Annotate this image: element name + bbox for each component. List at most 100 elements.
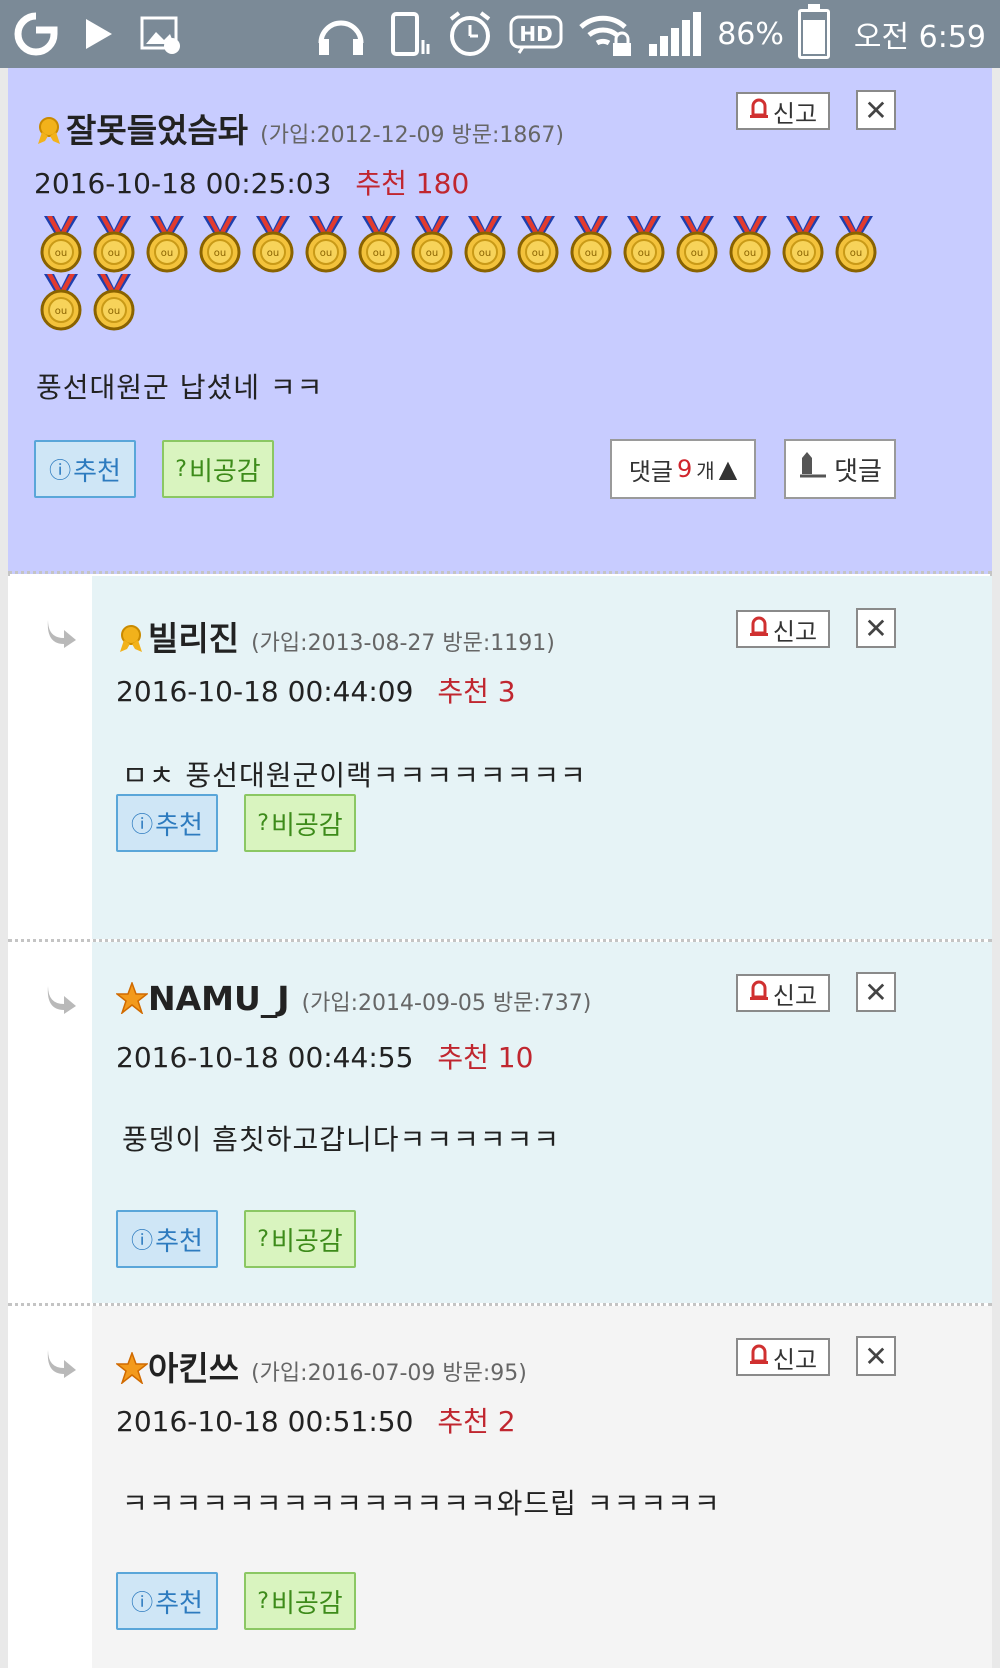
comment-text: ㅋㅋㅋㅋㅋㅋㅋㅋㅋㅋㅋㅋㅋㅋ와드립 ㅋㅋㅋㅋㅋ (122, 1487, 721, 1520)
recommend-label: 추천 (155, 1588, 203, 1619)
signal-icon (647, 10, 703, 58)
comment-date: 2016-10-18 00:51:50 (116, 1405, 414, 1438)
recommend-button[interactable]: ⓘ 추천 (116, 794, 218, 852)
clock: 오전 6:59 (853, 20, 986, 55)
play-icon (84, 17, 114, 51)
author-join-info: (가입:2014-09-05 방문:737) (301, 991, 592, 1016)
author-nickname[interactable]: 잘못들었슴돠 (66, 104, 248, 152)
svg-text:ou: ou (585, 248, 597, 259)
medal-icon: ou (513, 216, 566, 274)
dislike-label: 비공감 (188, 456, 261, 487)
reply-body: NAMU_J (가입:2014-09-05 방문:737) 신고 ✕ 2016-… (92, 942, 992, 1303)
medal-icon: ou (407, 216, 460, 274)
question-icon: ? (257, 1588, 269, 1614)
author-row: 아킨쓰 (가입:2016-07-09 방문:95) (114, 1342, 527, 1390)
author-nickname[interactable]: 빌리진 (148, 612, 239, 660)
svg-text:ou: ou (691, 248, 703, 259)
vibrate-icon (381, 10, 431, 58)
medal-list: ou ou ou ou ou ou ou ou ou ou ou ou ou ou ou ou ou ou (36, 216, 916, 332)
reply-button[interactable]: 댓글 (784, 439, 896, 499)
report-button[interactable]: 신고 (736, 974, 830, 1012)
hd-icon: HD (509, 13, 563, 55)
close-button[interactable]: ✕ (856, 608, 896, 648)
svg-text:ou: ou (638, 248, 650, 259)
dislike-label: 비공감 (270, 810, 343, 841)
svg-text:ou: ou (532, 248, 544, 259)
svg-text:ou: ou (267, 248, 279, 259)
dislike-button[interactable]: ? 비공감 (244, 1572, 356, 1630)
best-comment: 잘못들었슴돠 (가입:2012-12-09 방문:1867) 신고 ✕ 2016… (8, 68, 992, 574)
question-icon: ? (175, 456, 187, 482)
recommend-button[interactable]: ⓘ 추천 (116, 1210, 218, 1268)
battery-icon (797, 4, 830, 59)
svg-text:ou: ou (214, 248, 226, 259)
report-button[interactable]: 신고 (736, 92, 830, 130)
medal-icon: ou (301, 216, 354, 274)
author-join-info: (가입:2012-12-09 방문:1867) (260, 123, 564, 148)
siren-icon (749, 979, 769, 1007)
close-icon: ✕ (864, 93, 888, 127)
reply-body: 아킨쓰 (가입:2016-07-09 방문:95) 신고 ✕ 2016-10-1… (92, 1306, 992, 1668)
close-icon: ✕ (864, 975, 888, 1009)
report-button[interactable]: 신고 (736, 610, 830, 648)
medal-icon: ou (89, 216, 142, 274)
comment-text: 풍뎅이 흠칫하고갑니다ㅋㅋㅋㅋㅋㅋ (122, 1123, 561, 1156)
close-icon: ✕ (864, 611, 888, 645)
medal-icon: ou (248, 216, 301, 274)
comments-count: 9 (677, 455, 693, 483)
author-row: NAMU_J (가입:2014-09-05 방문:737) (114, 978, 592, 1018)
report-button[interactable]: 신고 (736, 1338, 830, 1376)
reply-body: 빌리진 (가입:2013-08-27 방문:1191) 신고 ✕ 2016-10… (92, 576, 992, 939)
recommend-label: 추천 (73, 456, 121, 487)
recommend-button[interactable]: ⓘ 추천 (34, 440, 136, 498)
svg-text:ou: ou (320, 248, 332, 259)
battery-percent: 86% (717, 16, 784, 52)
dislike-button[interactable]: ? 비공감 (244, 1210, 356, 1268)
close-button[interactable]: ✕ (856, 1336, 896, 1376)
recommend-count: 추천 3 (437, 675, 516, 708)
close-button[interactable]: ✕ (856, 972, 896, 1012)
question-icon: ? (257, 1226, 269, 1252)
recommend-icon: ⓘ (49, 459, 72, 484)
svg-text:ou: ou (479, 248, 491, 259)
svg-text:ou: ou (108, 248, 120, 259)
status-bar: HD 86% 오전 6:59 (0, 0, 1000, 68)
comment-text: 풍선대원군 납셨네 ㅋㅋ (36, 371, 324, 404)
author-nickname[interactable]: 아킨쓰 (148, 1342, 239, 1390)
svg-text:ou: ou (55, 248, 67, 259)
dislike-button[interactable]: ? 비공감 (244, 794, 356, 852)
dislike-button[interactable]: ? 비공감 (162, 440, 274, 498)
recommend-button[interactable]: ⓘ 추천 (116, 1572, 218, 1630)
medal-icon: ou (195, 216, 248, 274)
medal-icon: ou (142, 216, 195, 274)
siren-icon (749, 615, 769, 643)
reply-comment: NAMU_J (가입:2014-09-05 방문:737) 신고 ✕ 2016-… (8, 942, 992, 1306)
medal-icon: ou (36, 274, 89, 332)
alarm-icon (445, 9, 495, 59)
question-icon: ? (257, 810, 269, 836)
reply-arrow-icon (44, 618, 78, 648)
svg-text:ou: ou (108, 306, 120, 317)
recommend-count: 추천 180 (355, 167, 470, 200)
comments-toggle-button[interactable]: 댓글 9 개 ▲ (610, 439, 756, 499)
date-row: 2016-10-18 00:44:09 추천 3 (116, 670, 516, 710)
author-join-info: (가입:2016-07-09 방문:95) (251, 1361, 527, 1386)
recommend-count: 추천 10 (437, 1041, 534, 1074)
author-nickname[interactable]: NAMU_J (148, 979, 290, 1018)
recommend-icon: ⓘ (131, 1591, 154, 1616)
svg-text:ou: ou (797, 248, 809, 259)
reply-pencil-icon (798, 451, 828, 487)
date-row: 2016-10-18 00:25:03 추천 180 (34, 162, 469, 202)
medal-icon: ou (619, 216, 672, 274)
close-button[interactable]: ✕ (856, 90, 896, 130)
recommend-count: 추천 2 (437, 1405, 516, 1438)
recommend-label: 추천 (155, 1226, 203, 1257)
medal-icon: ou (831, 216, 884, 274)
comments-label: 댓글 (628, 457, 673, 486)
svg-text:ou: ou (744, 248, 756, 259)
close-icon: ✕ (864, 1339, 888, 1373)
svg-text:ou: ou (373, 248, 385, 259)
comment-text: ㅁㅊ 풍선대원군이랙ㅋㅋㅋㅋㅋㅋㅋㅋ (122, 759, 587, 792)
medal-icon: ou (354, 216, 407, 274)
medal-icon: ou (36, 216, 89, 274)
